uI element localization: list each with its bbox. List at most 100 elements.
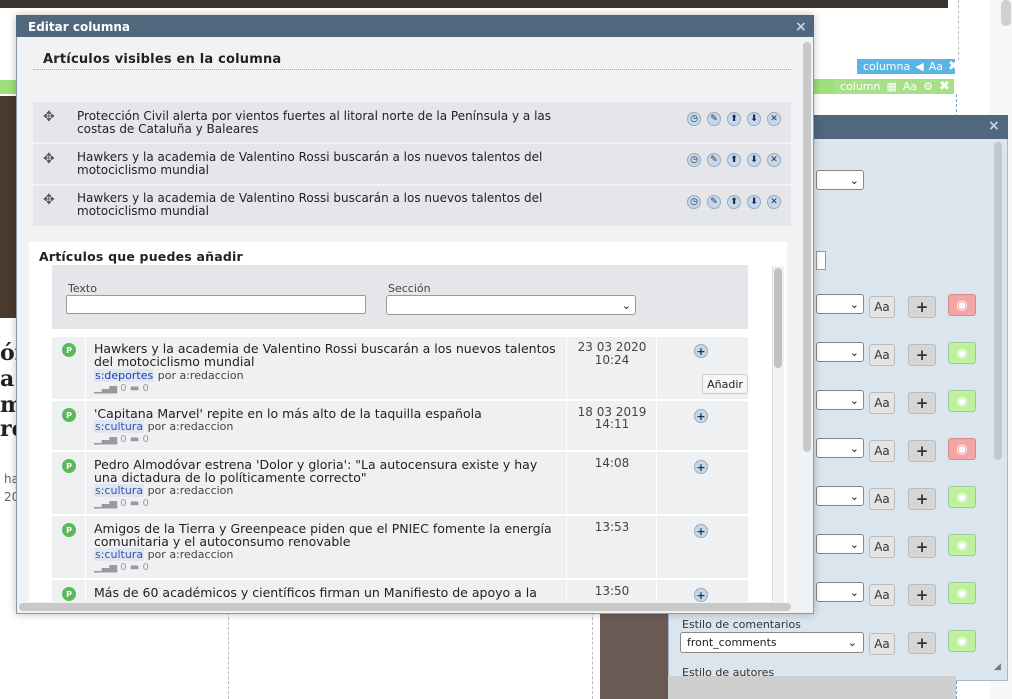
edit-icon[interactable]: ✎ xyxy=(707,153,721,167)
article-section[interactable]: s:cultura xyxy=(94,420,145,433)
bar-chart-icon: ▁▃▅ xyxy=(94,498,118,509)
font-style-button[interactable]: Aa xyxy=(869,488,895,510)
font-style-button[interactable]: Aa xyxy=(869,392,895,414)
visibility-toggle[interactable]: ◉ xyxy=(948,486,976,508)
style-select[interactable]: ⌄ xyxy=(816,170,864,190)
style-select[interactable]: ⌄ xyxy=(816,486,864,506)
font-style-button[interactable]: Aa xyxy=(929,60,943,73)
add-article-button[interactable]: + xyxy=(694,409,708,423)
edit-icon[interactable]: ✎ xyxy=(707,195,721,209)
article-section[interactable]: s:cultura xyxy=(94,548,145,561)
by-label: por xyxy=(157,369,176,382)
add-button[interactable]: + xyxy=(908,344,936,366)
comments-style-select[interactable]: front_comments ⌄ xyxy=(680,632,864,653)
remove-icon[interactable]: ✕ xyxy=(767,112,781,126)
remove-icon[interactable]: ✕ xyxy=(767,153,781,167)
article-author[interactable]: a:redaccion xyxy=(179,369,243,382)
background-headline-fragment: m xyxy=(0,392,16,418)
grid-icon[interactable]: ▦ xyxy=(887,80,897,93)
add-button[interactable]: + xyxy=(908,440,936,462)
visibility-toggle[interactable]: ◉ xyxy=(948,294,976,316)
style-select[interactable]: ⌄ xyxy=(816,390,864,410)
by-label: por xyxy=(147,484,166,497)
page-scrollbar-thumb[interactable] xyxy=(1001,0,1011,26)
column-toolbar: columna ◀ Aa ✖ xyxy=(857,59,959,74)
resize-handle-icon[interactable]: ◢ xyxy=(994,662,1001,672)
style-select[interactable]: ⌄ xyxy=(816,438,864,458)
article-title[interactable]: 'Capitana Marvel' repite en lo más alto … xyxy=(94,407,564,420)
add-button[interactable]: + xyxy=(908,392,936,414)
font-style-button[interactable]: Aa xyxy=(869,296,895,318)
style-input[interactable] xyxy=(816,251,826,270)
add-article-button[interactable]: + xyxy=(694,344,708,358)
font-style-button[interactable]: Aa xyxy=(869,584,895,606)
remove-icon[interactable]: ✕ xyxy=(767,195,781,209)
style-select[interactable]: ⌄ xyxy=(816,294,864,314)
edit-icon[interactable]: ✎ xyxy=(707,112,721,126)
comment-icon: ▬ xyxy=(129,562,140,573)
gear-icon[interactable]: ⚙ xyxy=(923,80,933,93)
article-title[interactable]: Hawkers y la academia de Valentino Rossi… xyxy=(94,342,564,368)
comments-count: 0 xyxy=(142,383,149,394)
add-button[interactable]: + xyxy=(908,536,936,558)
by-label: por xyxy=(147,548,166,561)
close-icon[interactable]: ✖ xyxy=(948,59,959,74)
visibility-toggle[interactable]: ◉ xyxy=(948,342,976,364)
arrow-up-icon[interactable]: ⬆ xyxy=(727,112,741,126)
font-style-button[interactable]: Aa xyxy=(869,440,895,462)
horizontal-scrollbar-thumb[interactable] xyxy=(19,603,791,611)
article-author[interactable]: a:redaccion xyxy=(169,420,233,433)
article-author[interactable]: a:redaccion xyxy=(169,484,233,497)
close-icon[interactable]: ✖ xyxy=(939,79,950,94)
add-article-button[interactable]: + xyxy=(694,524,708,538)
clock-icon[interactable]: ◷ xyxy=(687,153,701,167)
font-style-button[interactable]: Aa xyxy=(869,344,895,366)
drag-handle-icon[interactable]: ✥ xyxy=(43,151,55,167)
clock-icon[interactable]: ◷ xyxy=(687,112,701,126)
add-button[interactable]: + xyxy=(908,632,936,654)
drag-handle-icon[interactable]: ✥ xyxy=(43,109,55,125)
add-button[interactable]: + xyxy=(908,488,936,510)
section-filter-select[interactable]: ⌄ xyxy=(386,295,636,315)
close-icon[interactable]: × xyxy=(795,19,807,35)
style-select[interactable]: ⌄ xyxy=(816,534,864,554)
article-title[interactable]: Amigos de la Tierra y Greenpeace piden q… xyxy=(94,522,564,548)
close-icon[interactable]: × xyxy=(988,118,1000,134)
add-article-button[interactable]: + xyxy=(694,588,708,602)
panel-scrollbar-thumb[interactable] xyxy=(994,142,1002,460)
style-select[interactable]: ⌄ xyxy=(816,342,864,362)
style-select[interactable]: ⌄ xyxy=(816,582,864,602)
article-title[interactable]: Más de 60 académicos y científicos firma… xyxy=(94,586,564,599)
add-article-button[interactable]: + xyxy=(694,460,708,474)
clock-icon[interactable]: ◷ xyxy=(687,195,701,209)
font-style-button[interactable]: Aa xyxy=(903,80,917,93)
article-section[interactable]: s:cultura xyxy=(94,484,145,497)
add-button[interactable]: + xyxy=(908,296,936,318)
collapse-icon[interactable]: ◀ xyxy=(915,60,923,73)
article-title[interactable]: Pedro Almodóvar estrena 'Dolor y gloria'… xyxy=(94,458,564,484)
font-style-button[interactable]: Aa xyxy=(869,536,895,558)
arrow-up-icon[interactable]: ⬆ xyxy=(727,195,741,209)
visibility-toggle[interactable]: ◉ xyxy=(948,438,976,460)
visibility-toggle[interactable]: ◉ xyxy=(948,582,976,604)
visibility-toggle[interactable]: ◉ xyxy=(948,390,976,412)
article-list-scrollbar-thumb[interactable] xyxy=(774,268,782,368)
arrow-up-icon[interactable]: ⬆ xyxy=(727,153,741,167)
visibility-toggle[interactable]: ◉ xyxy=(948,630,976,652)
visibility-toggle[interactable]: ◉ xyxy=(948,534,976,556)
dialog-scrollbar-thumb[interactable] xyxy=(803,42,811,452)
article-author[interactable]: a:redaccion xyxy=(169,548,233,561)
drag-handle-icon[interactable]: ✥ xyxy=(43,192,55,208)
add-button[interactable]: + xyxy=(908,584,936,606)
article-section[interactable]: s:deportes xyxy=(94,369,155,382)
visible-article-title: Protección Civil alerta por vientos fuer… xyxy=(77,109,552,136)
arrow-down-icon[interactable]: ⬇ xyxy=(747,153,761,167)
article-stats: ▁▃▅ 0 ▬ 0 xyxy=(94,434,149,445)
eye-icon: ◉ xyxy=(956,585,968,601)
dialog-header: Editar columna xyxy=(16,15,814,37)
font-style-button[interactable]: Aa xyxy=(869,633,895,655)
text-filter-input[interactable] xyxy=(66,295,366,314)
arrow-down-icon[interactable]: ⬇ xyxy=(747,112,761,126)
views-count: 0 xyxy=(120,562,127,573)
arrow-down-icon[interactable]: ⬇ xyxy=(747,195,761,209)
